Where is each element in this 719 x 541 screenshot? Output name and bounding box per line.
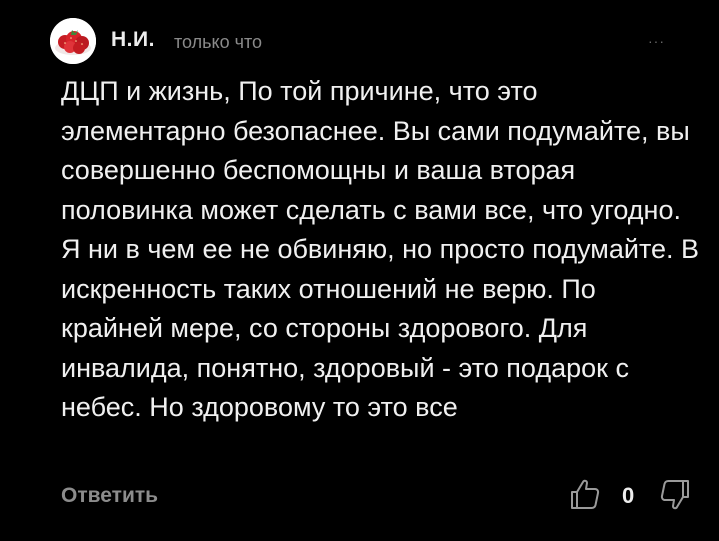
thumbs-up-icon[interactable]	[570, 478, 600, 510]
comment-time: только что	[174, 32, 263, 52]
comment-text: ДЦП и жизнь, По той причине, что это эле…	[61, 76, 700, 422]
thumbs-down-icon[interactable]	[660, 479, 690, 511]
more-dots-icon[interactable]: ···	[648, 34, 665, 48]
reply-button[interactable]: Ответить	[61, 484, 158, 508]
comment-card: Н.И. только что ··· ДЦП и жизнь, По той …	[0, 0, 719, 541]
vote-score: 0	[622, 483, 635, 508]
author-name[interactable]: Н.И.	[111, 28, 155, 52]
avatar[interactable]	[50, 18, 96, 64]
strawberries-avatar-image	[50, 18, 96, 64]
